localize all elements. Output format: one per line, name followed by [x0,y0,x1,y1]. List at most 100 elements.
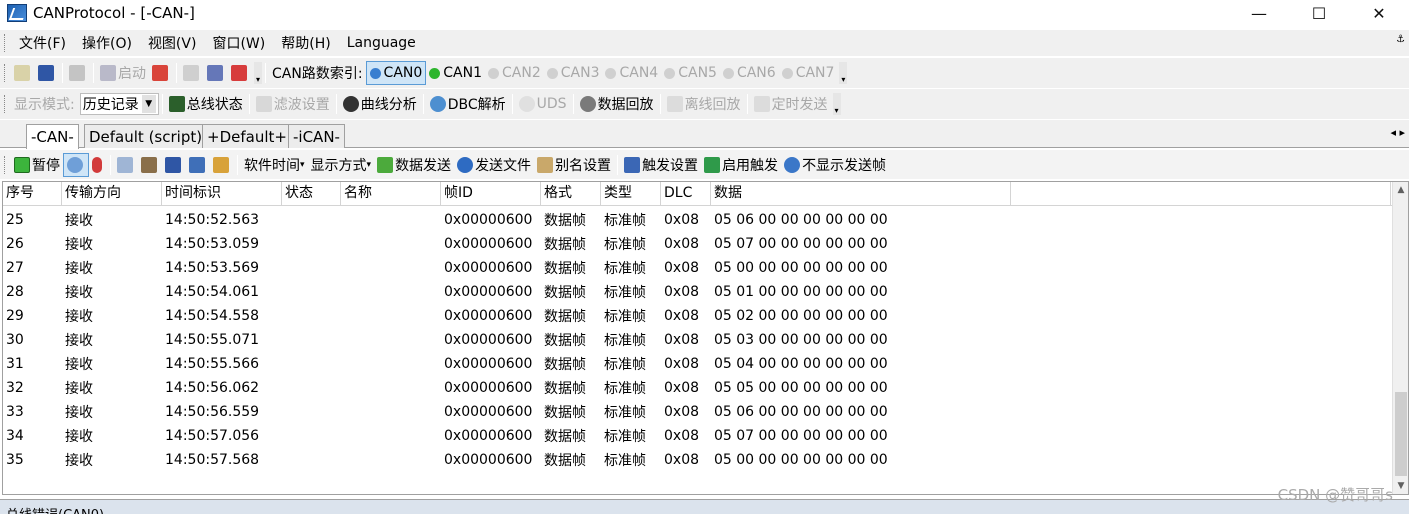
table-row[interactable]: 26 接收 14:50:53.059 0x00000600 数据帧 标准帧 0x08 05 0… [3,232,1393,256]
alias-settings-button[interactable]: 别名设置 [534,153,614,177]
table-row[interactable]: 30 接收 14:50:55.071 0x00000600 数据帧 标准帧 0x08 05 0… [3,328,1393,352]
channel-can1[interactable]: CAN1 [426,61,485,85]
copy-button[interactable] [114,153,138,177]
view-toolbar: 显示模式: 历史记录 ▼ 总线状态 滤波设置 曲线分析 DBC解析 UDS 数据… [0,89,1409,119]
channel-can7[interactable]: CAN7 [779,61,838,85]
table-cell: 0x00000600 [444,428,533,444]
filter-settings-button[interactable]: 滤波设置 [253,92,333,116]
channel-can3[interactable]: CAN3 [544,61,603,85]
package-button[interactable] [210,153,234,177]
toolbar-overflow-button[interactable]: ▾ [254,62,262,84]
pause-button[interactable]: 暂停 [11,153,63,177]
table-cell: 28 [6,284,24,300]
maximize-button[interactable]: ☐ [1289,0,1349,26]
scroll-thumb[interactable] [1395,392,1407,476]
table-row[interactable]: 34 接收 14:50:57.056 0x00000600 数据帧 标准帧 0x08 05 0… [3,424,1393,448]
table-row[interactable]: 25 接收 14:50:52.563 0x00000600 数据帧 标准帧 0x08 05 0… [3,208,1393,232]
device-button[interactable] [66,61,90,85]
uds-button[interactable]: UDS [516,92,570,116]
toolbar-overflow-button[interactable]: ▾ [832,93,841,115]
column-header[interactable] [1011,182,1391,206]
table-row[interactable]: 28 接收 14:50:54.061 0x00000600 数据帧 标准帧 0x08 05 0… [3,280,1393,304]
menu-file[interactable]: 文件(F) [11,33,74,53]
table-row[interactable]: 35 接收 14:50:57.568 0x00000600 数据帧 标准帧 0x08 05 0… [3,448,1393,472]
menu-window[interactable]: 窗口(W) [204,33,273,53]
curve-analysis-button[interactable]: 曲线分析 [340,92,420,116]
menu-grip[interactable] [4,34,7,52]
menu-help[interactable]: 帮助(H) [273,33,338,53]
channel-can4[interactable]: CAN4 [602,61,661,85]
save-data-button[interactable] [162,153,186,177]
channel-can6[interactable]: CAN6 [720,61,779,85]
table-row[interactable]: 27 接收 14:50:53.569 0x00000600 数据帧 标准帧 0x08 05 0… [3,256,1393,280]
menu-operation[interactable]: 操作(O) [74,33,140,53]
toolbar-grip[interactable] [4,64,7,82]
tab-default-plus[interactable]: +Default+ [202,124,292,148]
channel-can5[interactable]: CAN5 [661,61,720,85]
send-file-button[interactable]: 发送文件 [454,153,534,177]
column-header[interactable]: 格式 [541,182,601,206]
column-header[interactable]: 类型 [601,182,661,206]
scroll-down-icon[interactable]: ▼ [1393,478,1408,494]
dbc-parse-button[interactable]: DBC解析 [427,92,509,116]
column-header[interactable]: DLC [661,182,711,206]
table-row[interactable]: 31 接收 14:50:55.566 0x00000600 数据帧 标准帧 0x08 05 0… [3,352,1393,376]
table-cell: 标准帧 [604,405,646,421]
tab-ican[interactable]: -iCAN- [288,124,345,148]
vertical-scrollbar[interactable]: ▲ ▼ [1392,182,1408,494]
column-header[interactable]: 序号 [3,182,62,206]
toolbar-grip[interactable] [4,95,7,113]
auto-scroll-button[interactable] [63,152,89,177]
column-header[interactable]: 状态 [282,182,341,206]
table-cell: 29 [6,308,24,324]
table-cell: 05 01 00 00 00 00 00 00 [714,284,888,300]
offline-playback-button[interactable]: 离线回放 [664,92,744,116]
channel-label: CAN5 [678,65,717,81]
filter-tool-button[interactable] [228,61,252,85]
table-row[interactable]: 29 接收 14:50:54.558 0x00000600 数据帧 标准帧 0x08 05 0… [3,304,1393,328]
minimize-button[interactable]: — [1229,0,1289,26]
column-header[interactable]: 时间标识 [162,182,282,206]
bus-status-button[interactable]: 总线状态 [166,92,246,116]
display-mode-select[interactable]: 历史记录 ▼ [79,93,159,115]
tab-scroll-arrows[interactable]: ◂ ▸ [1390,126,1405,139]
tab-default-script[interactable]: Default (script) [84,124,208,148]
table-cell: 接收 [65,429,93,445]
reset-button[interactable] [180,61,204,85]
data-send-button[interactable]: 数据发送 [374,153,454,177]
tab-can[interactable]: -CAN- [26,124,79,149]
table-row[interactable]: 33 接收 14:50:56.559 0x00000600 数据帧 标准帧 0x08 05 0… [3,400,1393,424]
scroll-up-icon[interactable]: ▲ [1393,182,1408,198]
toolbar-grip[interactable] [4,155,7,174]
channel-can2[interactable]: CAN2 [485,61,544,85]
table-cell: 数据帧 [544,333,586,349]
stop-button[interactable] [149,61,173,85]
column-header[interactable]: 传输方向 [62,182,162,206]
start-button[interactable]: 启动 [97,61,149,85]
column-header[interactable]: 帧ID [441,182,541,206]
can-frame-table: 序号 传输方向 时间标识 状态 名称 帧ID 格式 类型 DLC 数据 25 接收… [2,181,1409,495]
menu-view[interactable]: 视图(V) [140,33,205,53]
column-header[interactable]: 名称 [341,182,441,206]
save-button[interactable] [35,61,59,85]
book-button[interactable] [204,61,228,85]
hide-send-frames-button[interactable]: 不显示发送帧 [781,153,889,177]
menu-language[interactable]: Language [339,35,424,51]
export-button[interactable] [186,153,210,177]
trigger-settings-button[interactable]: 触发设置 [621,153,701,177]
channel-can0[interactable]: CAN0 [365,61,427,85]
find-button[interactable] [138,153,162,177]
pin-icon[interactable]: ⚓ [1396,34,1405,45]
column-header[interactable]: 数据 [711,182,1011,206]
software-time-dropdown[interactable]: 软件时间 ▾ [241,153,308,177]
toolbar-overflow-button[interactable]: ▾ [839,62,848,84]
data-playback-button[interactable]: 数据回放 [577,92,657,116]
clear-button[interactable] [89,153,107,177]
table-cell: 标准帧 [604,285,646,301]
open-button[interactable] [11,61,35,85]
timed-send-button[interactable]: 定时发送 [751,92,831,116]
enable-trigger-button[interactable]: 启用触发 [701,153,781,177]
close-button[interactable]: ✕ [1349,0,1409,26]
table-row[interactable]: 32 接收 14:50:56.062 0x00000600 数据帧 标准帧 0x08 05 0… [3,376,1393,400]
display-style-dropdown[interactable]: 显示方式 ▾ [308,153,375,177]
